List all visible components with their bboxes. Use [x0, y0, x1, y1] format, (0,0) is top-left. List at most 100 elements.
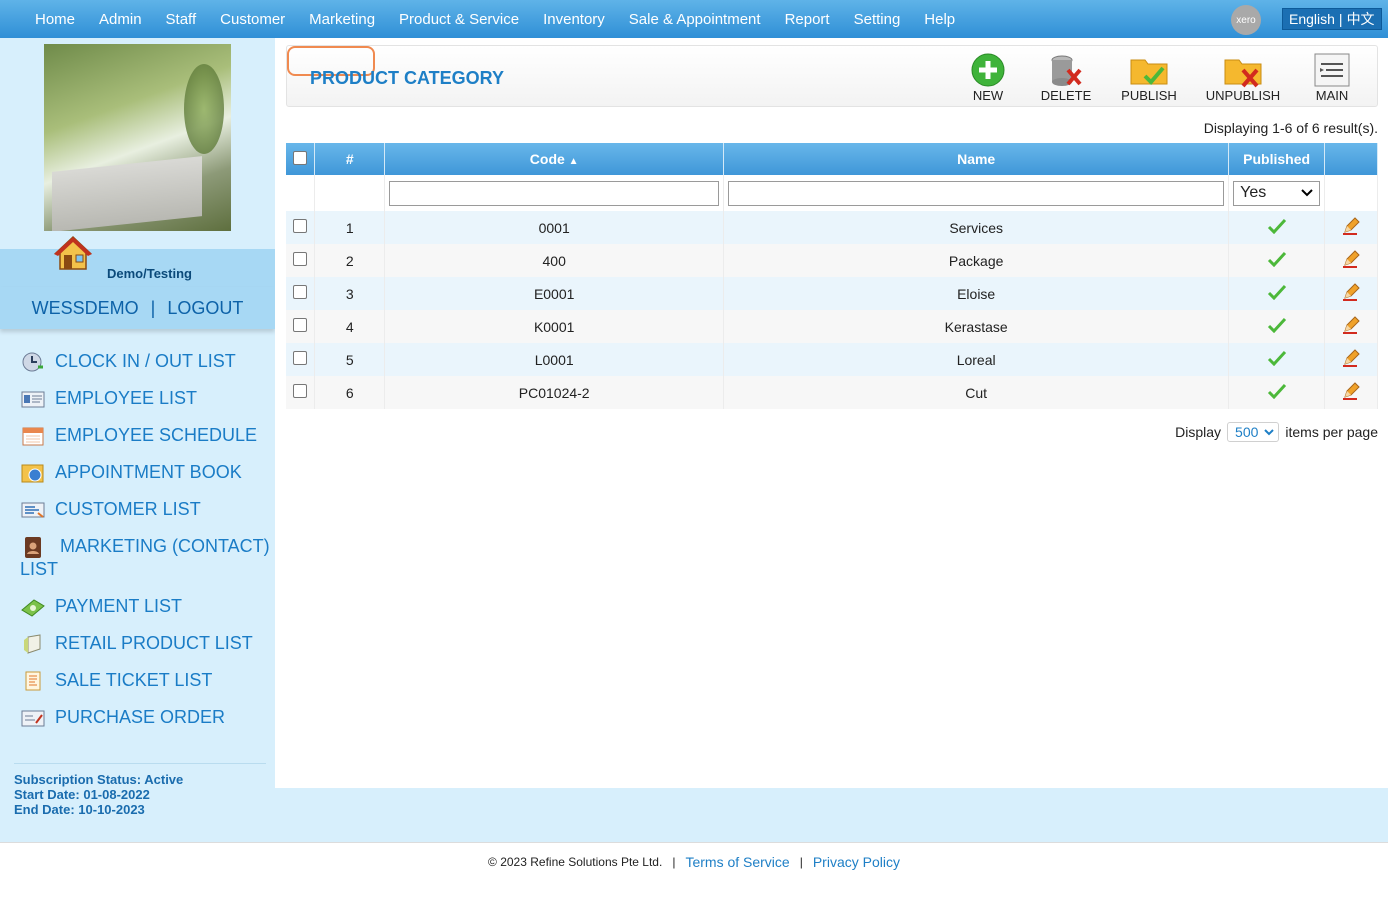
privacy-policy-link[interactable]: Privacy Policy [813, 854, 900, 870]
footer-separator: | [672, 855, 676, 869]
unpublish-folder-icon [1224, 59, 1262, 88]
publish-button[interactable]: PUBLISH [1117, 52, 1181, 104]
subscription-status-text: Subscription Status: Active [14, 772, 184, 787]
username-link[interactable]: WESSDEMO [32, 298, 139, 319]
page-title: PRODUCT CATEGORY [310, 68, 505, 88]
edit-pencil-icon[interactable] [1341, 249, 1361, 269]
column-header-published[interactable]: Published [1228, 143, 1326, 175]
main-menu: Home Admin Staff Customer Marketing Prod… [23, 0, 967, 38]
published-check-icon [1267, 218, 1286, 235]
nav-admin[interactable]: Admin [87, 11, 154, 28]
select-all-checkbox[interactable] [293, 150, 308, 165]
delete-button-label: DELETE [1040, 88, 1092, 103]
quicklink-employee-list[interactable]: EMPLOYEE LIST [20, 387, 270, 410]
nav-staff[interactable]: Staff [154, 11, 209, 28]
nav-help[interactable]: Help [912, 11, 967, 28]
quicklink-sale-ticket-list[interactable]: SALE TICKET LIST [20, 669, 270, 692]
quicklink-label: RETAIL PRODUCT LIST [55, 633, 253, 653]
row-checkbox[interactable] [293, 285, 308, 299]
edit-pencil-icon[interactable] [1341, 315, 1361, 335]
logout-link[interactable]: LOGOUT [167, 298, 243, 319]
edit-pencil-icon[interactable] [1341, 381, 1361, 401]
quicklink-customer-list[interactable]: CUSTOMER LIST [20, 498, 270, 521]
nav-product-service[interactable]: Product & Service [387, 11, 531, 28]
quick-links: CLOCK IN / OUT LIST EMPLOYEE LIST EMPLOY… [20, 350, 270, 743]
row-checkbox[interactable] [293, 351, 308, 365]
lang-separator: | [1338, 11, 1343, 27]
nav-sale-appointment[interactable]: Sale & Appointment [617, 11, 773, 28]
xero-label: xero [1236, 14, 1256, 26]
table-row[interactable]: 2 400 Package [286, 244, 1378, 277]
quicklink-purchase-order[interactable]: PURCHASE ORDER [20, 706, 270, 729]
column-header-code-label: Code [529, 151, 565, 167]
quicklink-label: CLOCK IN / OUT LIST [55, 351, 236, 371]
column-header-num: # [314, 143, 386, 175]
row-name: Package [723, 244, 1230, 277]
box-icon [24, 634, 41, 654]
items-per-page-select[interactable]: 500 [1227, 422, 1280, 442]
row-code: K0001 [384, 310, 725, 343]
name-filter-input[interactable] [728, 180, 1225, 206]
pagination-control: Display 500 items per page [1175, 422, 1378, 442]
edit-pencil-icon[interactable] [1341, 216, 1361, 236]
contact-book-icon [25, 537, 41, 558]
row-num: 5 [314, 343, 386, 376]
quicklink-label: CUSTOMER LIST [55, 499, 201, 519]
code-filter-input[interactable] [389, 180, 720, 206]
row-name: Eloise [723, 277, 1230, 310]
table-row[interactable]: 3 E0001 Eloise [286, 277, 1378, 310]
quicklink-retail-product-list[interactable]: RETAIL PRODUCT LIST [20, 632, 270, 655]
quicklink-marketing-contact-list[interactable]: MARKETING (CONTACT) LIST [20, 535, 270, 581]
row-num: 2 [314, 244, 386, 277]
main-button[interactable]: MAIN [1307, 52, 1357, 104]
table-row[interactable]: 1 0001 Services [286, 211, 1378, 244]
row-checkbox[interactable] [293, 219, 308, 233]
nav-marketing[interactable]: Marketing [297, 11, 387, 28]
quicklink-employee-schedule[interactable]: EMPLOYEE SCHEDULE [20, 424, 270, 447]
published-filter-select[interactable]: Yes [1233, 180, 1321, 206]
xero-icon[interactable]: xero [1231, 5, 1261, 35]
edit-pencil-icon[interactable] [1341, 348, 1361, 368]
terms-of-service-link[interactable]: Terms of Service [685, 854, 789, 870]
quicklink-label: APPOINTMENT BOOK [55, 462, 242, 482]
quicklink-appointment-book[interactable]: APPOINTMENT BOOK [20, 461, 270, 484]
login-separator: | [150, 297, 156, 318]
nav-inventory[interactable]: Inventory [531, 11, 617, 28]
subscription-end-date: End Date: 10-10-2023 [14, 802, 145, 817]
nav-home[interactable]: Home [23, 11, 87, 28]
add-icon [971, 53, 1005, 87]
quicklink-label: PURCHASE ORDER [55, 707, 226, 727]
published-check-icon [1267, 383, 1286, 400]
purchase-order-icon [21, 710, 45, 727]
row-checkbox[interactable] [293, 384, 308, 398]
delete-database-icon [1051, 55, 1082, 86]
quicklink-payment-list[interactable]: PAYMENT LIST [20, 595, 270, 618]
quicklink-clock-in-out[interactable]: CLOCK IN / OUT LIST [20, 350, 270, 373]
pager-suffix-label: items per page [1285, 424, 1378, 440]
column-header-name[interactable]: Name [723, 143, 1230, 175]
unpublish-button[interactable]: UNPUBLISH [1204, 52, 1282, 104]
delete-button[interactable]: DELETE [1036, 52, 1096, 104]
published-filter-value: Yes [1240, 184, 1267, 201]
table-row[interactable]: 6 PC01024-2 Cut [286, 376, 1378, 409]
footer: © 2023 Refine Solutions Pte Ltd. | Terms… [0, 842, 1388, 902]
home-icon[interactable] [54, 235, 92, 271]
table-row[interactable]: 4 K0001 Kerastase [286, 310, 1378, 343]
column-header-code[interactable]: Code ▲ [384, 143, 725, 175]
main-button-label: MAIN [1315, 88, 1349, 103]
lang-english-link[interactable]: English [1289, 11, 1335, 27]
quicklink-label: EMPLOYEE SCHEDULE [55, 425, 258, 445]
edit-pencil-icon[interactable] [1341, 282, 1361, 302]
new-button[interactable]: NEW [959, 52, 1017, 104]
nav-report[interactable]: Report [773, 11, 842, 28]
language-switcher: English | 中文 [1282, 8, 1382, 30]
nav-customer[interactable]: Customer [208, 11, 297, 28]
row-code: L0001 [384, 343, 725, 376]
nav-setting[interactable]: Setting [842, 11, 913, 28]
appointment-icon [21, 464, 44, 483]
footer-separator: | [799, 855, 803, 869]
table-row[interactable]: 5 L0001 Loreal [286, 343, 1378, 376]
lang-chinese-link[interactable]: 中文 [1347, 9, 1375, 29]
row-checkbox[interactable] [293, 252, 308, 266]
row-checkbox[interactable] [293, 318, 308, 332]
